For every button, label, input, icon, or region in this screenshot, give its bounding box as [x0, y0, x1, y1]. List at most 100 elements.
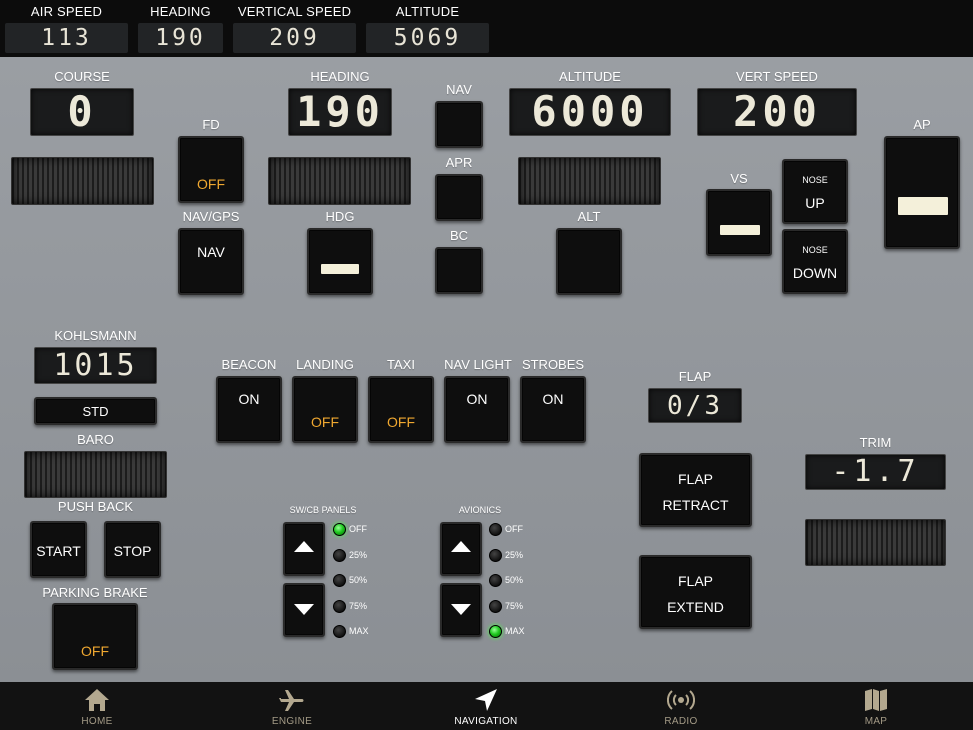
flap-extend-label-1: FLAP: [677, 573, 713, 589]
tab-home[interactable]: HOME: [37, 682, 157, 730]
swcb-down-button[interactable]: [283, 583, 325, 637]
avionics-level-label: 75%: [505, 600, 524, 611]
strobes-state: ON: [542, 391, 564, 407]
nav-light-label: NAV LIGHT: [444, 357, 512, 372]
swcb-level-label: 25%: [349, 549, 368, 560]
nose-down-small-label: NOSE: [802, 245, 828, 255]
navgps-label: NAV/GPS: [182, 209, 240, 224]
tab-engine[interactable]: ENGINE: [232, 682, 352, 730]
nav-light-button[interactable]: ON: [444, 376, 510, 443]
altitude-label: ALTITUDE: [395, 4, 460, 19]
altitude-knob[interactable]: [518, 157, 661, 205]
navgps-state: NAV: [197, 244, 225, 260]
navigation-panel: COURSE 0 FD OFF NAV/GPS NAV HEADING 190 …: [0, 57, 973, 682]
taxi-label: TAXI: [387, 357, 415, 372]
flap-extend-label-2: EXTEND: [667, 599, 724, 615]
tab-navigation[interactable]: NAVIGATION: [426, 682, 546, 730]
swcb-level-label: MAX: [349, 626, 369, 636]
swcb-led-25pct: [333, 548, 346, 562]
strobes-button[interactable]: ON: [520, 376, 586, 443]
start-label: START: [36, 543, 81, 559]
tab-home-label: HOME: [81, 716, 113, 727]
ap-label: AP: [913, 117, 931, 132]
airspeed-value: 113: [5, 23, 128, 53]
avionics-led-off: [489, 523, 502, 536]
arrow-down-icon: [294, 604, 314, 615]
heading-ap-label: HEADING: [310, 69, 370, 84]
vs-button[interactable]: [706, 189, 772, 256]
start-button[interactable]: START: [30, 521, 87, 578]
home-icon: [85, 689, 109, 711]
kohlsmann-label: KOHLSMANN: [54, 328, 137, 343]
tab-radio[interactable]: RADIO: [621, 682, 741, 730]
fd-label: FD: [202, 117, 220, 132]
alt-button[interactable]: [556, 228, 622, 295]
course-knob[interactable]: [11, 157, 154, 205]
push-back-label: PUSH BACK: [57, 499, 134, 514]
avionics-led-max: [489, 625, 502, 638]
vertical-speed-label: VERTICAL SPEED: [237, 4, 352, 19]
parking-brake-label: PARKING BRAKE: [42, 585, 148, 600]
std-label: STD: [82, 404, 109, 419]
altitude-value: 5069: [366, 23, 489, 53]
taxi-button[interactable]: OFF: [368, 376, 434, 443]
nose-down-button[interactable]: NOSE DOWN: [782, 229, 848, 294]
beacon-button[interactable]: ON: [216, 376, 282, 443]
apr-button[interactable]: [435, 174, 483, 221]
bc-button[interactable]: [435, 247, 483, 294]
altitude-ap-display: 6000: [509, 88, 671, 136]
avionics-led-25pct: [489, 548, 502, 562]
swcb-up-button[interactable]: [283, 522, 325, 576]
bottom-tab-bar: HOME ENGINE NAVIGATION RADIO MAP: [0, 682, 973, 730]
ap-button[interactable]: [884, 136, 960, 249]
app-root: AIR SPEED 113 HEADING 190 VERTICAL SPEED…: [0, 0, 973, 730]
flap-retract-label-1: FLAP: [677, 471, 713, 487]
landing-button[interactable]: OFF: [292, 376, 358, 443]
baro-knob[interactable]: [24, 451, 167, 498]
flap-extend-button[interactable]: FLAP EXTEND: [639, 555, 752, 629]
tab-navigation-label: NAVIGATION: [454, 716, 518, 727]
arrow-up-icon: [451, 541, 471, 552]
heading-knob[interactable]: [268, 157, 411, 205]
altitude-ap-label: ALTITUDE: [559, 69, 621, 84]
vs-active-indicator: [720, 225, 760, 235]
avionics-up-button[interactable]: [440, 522, 482, 576]
apr-label: APR: [445, 155, 473, 170]
vertical-speed-value: 209: [233, 23, 356, 53]
nav-button[interactable]: [435, 101, 483, 148]
nav-light-state: ON: [466, 391, 488, 407]
hdg-label: HDG: [325, 209, 355, 224]
nose-down-label: DOWN: [792, 265, 838, 281]
stop-button[interactable]: STOP: [104, 521, 161, 578]
nav-label: NAV: [446, 82, 472, 97]
trim-knob[interactable]: [805, 519, 946, 566]
hdg-button[interactable]: [307, 228, 373, 295]
avionics-level-label: 50%: [505, 575, 524, 585]
fd-button[interactable]: OFF: [178, 136, 244, 203]
kohlsmann-display: 1015: [34, 347, 157, 384]
radio-broadcast-icon: [667, 690, 695, 710]
flap-retract-button[interactable]: FLAP RETRACT: [639, 453, 752, 527]
avionics-led-75pct: [489, 599, 502, 613]
nose-up-button[interactable]: NOSE UP: [782, 159, 848, 224]
flap-display: 0/3: [648, 388, 742, 423]
std-button[interactable]: STD: [34, 397, 157, 425]
vert-speed-display: 200: [697, 88, 857, 136]
parking-brake-button[interactable]: OFF: [52, 603, 138, 670]
trim-label: TRIM: [859, 435, 892, 450]
swcb-label: SW/CB PANELS: [289, 505, 357, 515]
avionics-level-label: 25%: [505, 549, 524, 560]
heading-label: HEADING: [150, 4, 211, 19]
course-label: COURSE: [54, 69, 110, 84]
vert-speed-label: VERT SPEED: [736, 69, 818, 84]
tab-map[interactable]: MAP: [816, 682, 936, 730]
map-icon: [865, 689, 887, 711]
ap-active-indicator: [898, 197, 948, 215]
airspeed-label: AIR SPEED: [30, 4, 103, 19]
top-status-bar: AIR SPEED 113 HEADING 190 VERTICAL SPEED…: [0, 0, 973, 57]
navigation-arrow-icon: [475, 689, 497, 711]
tab-radio-label: RADIO: [664, 716, 698, 727]
navgps-button[interactable]: NAV: [178, 228, 244, 295]
avionics-down-button[interactable]: [440, 583, 482, 637]
flap-retract-label-2: RETRACT: [662, 497, 729, 513]
